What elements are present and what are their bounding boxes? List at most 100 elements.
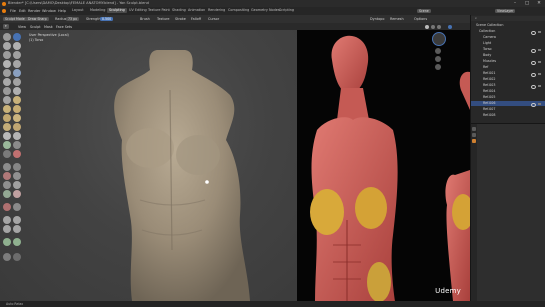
menu-window[interactable]: Window [42,9,56,13]
tool-mask-icon[interactable] [3,150,11,158]
tool-measure-icon[interactable] [3,253,11,261]
scene-selector[interactable]: Scene [417,8,431,13]
tab-sculpting[interactable]: Sculpting [107,8,127,13]
tool-extra-icon[interactable] [13,253,21,261]
tool-layer-icon[interactable] [13,51,21,59]
tab-rendering[interactable]: Rendering [206,8,227,13]
visibility-eye-icon[interactable] [531,31,536,35]
falloff-menu[interactable]: Falloff [191,17,201,21]
tool-box-mask-icon[interactable] [3,163,11,171]
tool-boundary-icon[interactable] [13,132,21,140]
tool-nudge-icon[interactable] [3,123,11,131]
tool-box-trim-icon[interactable] [13,172,21,180]
outliner-row[interactable]: Ref.007 [471,107,545,112]
render-camera-icon[interactable] [538,31,541,33]
tool-annotate-line-icon[interactable] [13,238,21,246]
tool-smooth-icon[interactable] [13,69,21,77]
menu-help[interactable]: Help [58,9,66,13]
tool-grab-icon[interactable] [13,96,21,104]
tool-multiplane-scrape-icon[interactable] [13,87,21,95]
tool-draw-icon[interactable] [3,33,11,41]
tool-line-project-icon[interactable] [3,181,11,189]
tab-animation[interactable]: Animation [186,8,207,13]
tool-snake-hook-icon[interactable] [13,105,21,113]
render-camera-icon[interactable] [538,49,541,51]
visibility-eye-icon[interactable] [531,49,536,53]
tool-thumb-icon[interactable] [3,114,11,122]
tool-flatten-icon[interactable] [3,78,11,86]
sculpted-torso-model[interactable] [80,30,280,301]
tool-mesh-filter-icon[interactable] [13,181,21,189]
options-menu[interactable]: Options [414,17,427,21]
tool-inflate-icon[interactable] [3,60,11,68]
remesh-menu[interactable]: Remesh [390,17,404,21]
zoom-icon[interactable] [435,48,441,54]
tool-clay-strips-icon[interactable] [13,42,21,50]
sculpt-viewport-area[interactable]: User Perspective (Local) (1) Torso [0,30,297,301]
tool-scrape-icon[interactable] [3,87,11,95]
tool-elastic-deform-icon[interactable] [3,105,11,113]
radius-field[interactable]: 73 px [66,16,79,22]
mask-menu[interactable]: Mask [44,25,53,29]
cursor-menu[interactable]: Cursor [208,17,219,21]
texture-menu[interactable]: Texture [157,17,169,21]
shading-material-icon[interactable] [431,24,435,29]
close-icon[interactable]: ✕ [533,0,545,7]
render-camera-icon[interactable] [538,85,541,87]
maximize-icon[interactable]: □ [521,0,533,7]
pan-icon[interactable] [435,56,441,62]
face-sets-menu[interactable]: Face Sets [56,25,72,29]
tab-modeling[interactable]: Modeling [88,8,107,13]
tool-edit-face-set-icon[interactable] [3,203,11,211]
camera-view-icon[interactable] [435,64,441,70]
brush-menu[interactable]: Brush [140,17,150,21]
minimize-icon[interactable]: – [509,0,521,7]
tool-pose-icon[interactable] [13,114,21,122]
tool-box-hide-icon[interactable] [13,163,21,171]
visibility-eye-icon[interactable] [531,85,536,89]
tool-mask-by-color-icon[interactable] [13,203,21,211]
menu-render[interactable]: Render [28,9,40,13]
tool-color-filter-icon[interactable] [13,190,21,198]
editor-type-selector[interactable]: ▾ [3,24,9,29]
tool-cloth-icon[interactable] [3,141,11,149]
navigation-gizmo[interactable] [432,32,446,46]
overlays-icon[interactable] [448,24,452,29]
shading-rendered-icon[interactable] [437,24,441,29]
strength-field[interactable]: 0.500 [100,16,114,22]
outliner-row[interactable]: Body [471,53,545,58]
tab-texture-paint[interactable]: Texture Paint [146,8,172,13]
tool-rotate-icon[interactable] [13,123,21,131]
outliner-row[interactable]: Camera [471,35,545,40]
object-properties-icon[interactable] [472,139,476,143]
tool-clay-icon[interactable] [3,42,11,50]
view-layer-selector[interactable]: ViewLayer [495,8,516,13]
tool-crease-icon[interactable] [3,69,11,77]
sculpt-menu[interactable]: Sculpt [30,25,41,29]
tool-scale-icon[interactable] [3,225,11,233]
menu-edit[interactable]: Edit [19,9,26,13]
tool-fill-icon[interactable] [13,78,21,86]
outliner-row[interactable]: Light [471,41,545,46]
tool-draw-sharp-icon[interactable] [13,33,21,41]
tool-rotate-transform-icon[interactable] [13,216,21,224]
render-properties-icon[interactable] [472,133,476,137]
outliner-row[interactable]: Ref.004 [471,89,545,94]
dyntopo-toggle[interactable]: Dyntopo [370,17,384,21]
tool-move-icon[interactable] [3,216,11,224]
outliner-row[interactable]: Ref.008 [471,113,545,118]
render-camera-icon[interactable] [538,73,541,75]
tab-compositing[interactable]: Compositing [226,8,251,13]
tool-box-face-set-icon[interactable] [3,172,11,180]
tool-slide-relax-icon[interactable] [3,132,11,140]
render-camera-icon[interactable] [538,61,541,63]
tool-pinch-icon[interactable] [3,96,11,104]
visibility-eye-icon[interactable] [531,61,536,65]
tab-scripting[interactable]: Scripting [277,8,296,13]
view-menu[interactable]: View [18,25,26,29]
menu-file[interactable]: File [10,9,16,13]
render-camera-icon[interactable] [538,103,541,105]
brush-selector[interactable]: Draw Sharp [26,16,49,22]
visibility-eye-icon[interactable] [531,73,536,77]
outliner-row[interactable]: Ref [471,65,545,70]
